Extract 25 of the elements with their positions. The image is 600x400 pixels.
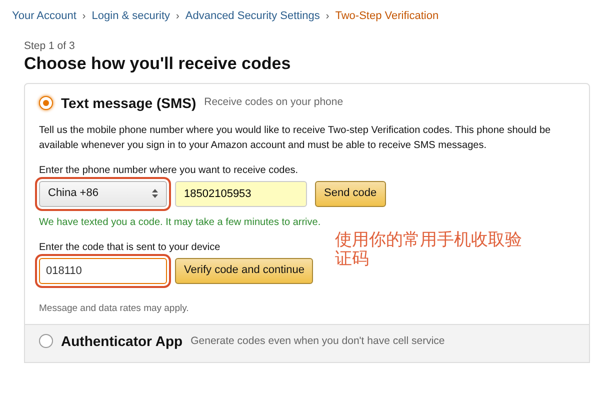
breadcrumb-link[interactable]: Your Account [12, 8, 76, 24]
page-heading: Choose how you'll receive codes [24, 54, 292, 75]
phone-field[interactable]: 18502105953 [175, 180, 307, 207]
disclaimer-text: Message and data rates may apply. [39, 302, 190, 316]
breadcrumb-separator: › [82, 10, 86, 24]
verify-button[interactable]: Verify code and continue [175, 258, 314, 284]
breadcrumb-link[interactable]: Advanced Security Settings [185, 8, 320, 24]
option-hint: Generate codes even when you don't have cell service [190, 334, 445, 349]
description-text: Tell us the mobile phone number where you would like to receive Two-step Verification codes. This phone should be available whenever you sign in to your Amazon account and must be able to receive SMS messages. [39, 124, 552, 153]
send-code-button[interactable]: Send code [315, 180, 386, 207]
breadcrumb-separator: › [326, 10, 330, 24]
breadcrumb-separator: › [176, 10, 180, 24]
radio-button[interactable] [39, 334, 53, 348]
option-title: Authenticator App [61, 332, 183, 351]
field-label: Enter the phone number where you want to receive codes. [39, 164, 300, 178]
updown-caret-icon [152, 189, 158, 198]
breadcrumb-link[interactable]: Login & security [92, 8, 170, 24]
option-title: Text message (SMS) [61, 94, 196, 113]
field-label: Enter the code that is sent to your device [39, 240, 222, 255]
radio-button[interactable] [39, 96, 53, 110]
annotation-text: 使用你的常用手机收取验证码 [335, 230, 523, 269]
option-hint: Receive codes on your phone [204, 95, 344, 110]
step-indicator: Step 1 of 3 [24, 38, 76, 54]
success-message: We have texted you a code. It may take a few minutes to arrive. [39, 216, 322, 230]
breadcrumb-link[interactable]: Two-Step Verification [335, 8, 439, 24]
